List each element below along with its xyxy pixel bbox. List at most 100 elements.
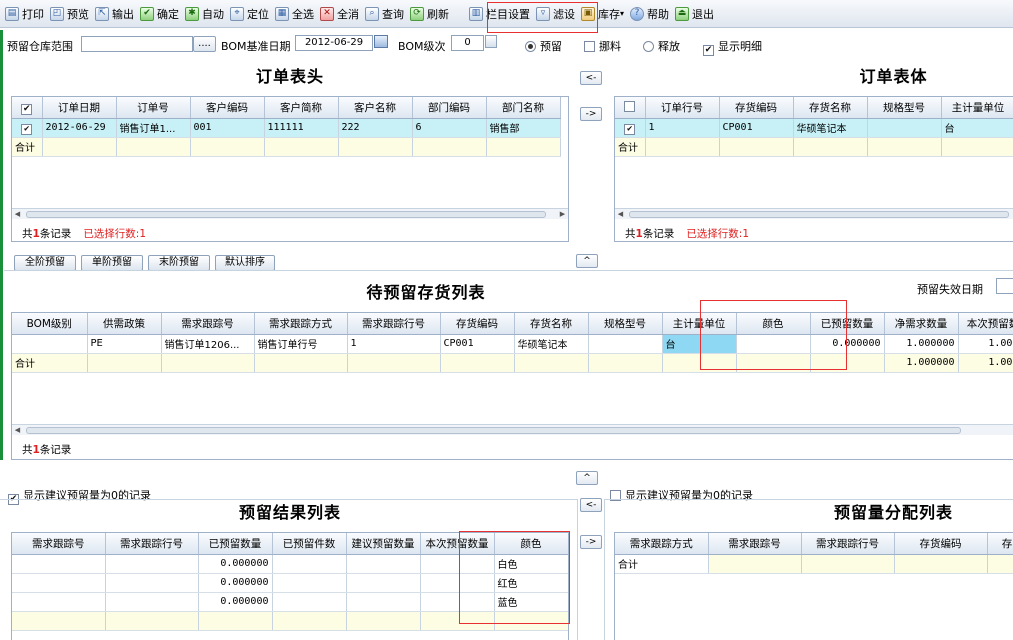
toolbar-button-clear-all[interactable]: ✕ 全消 <box>317 3 362 25</box>
order-body-hscroll[interactable]: ◀ <box>615 208 1013 219</box>
column-header[interactable]: 已预留数量 <box>198 533 273 555</box>
table-cell[interactable] <box>12 554 106 574</box>
toolbar-button-help[interactable]: ? 帮助 <box>627 3 672 25</box>
bom-level-input[interactable]: 0 <box>451 35 484 51</box>
column-header[interactable]: 需求跟踪行号 <box>105 533 199 555</box>
toolbar-button-exit[interactable]: ⏏ 退出 <box>672 3 717 25</box>
scroll-right-icon[interactable]: ▶ <box>557 209 568 219</box>
column-header[interactable]: 存货名称 <box>514 313 589 335</box>
table-cell[interactable]: 2012-06-29 <box>42 118 117 138</box>
table-cell[interactable] <box>12 592 106 612</box>
table-cell[interactable]: 6 <box>412 118 487 138</box>
column-header[interactable]: 需求跟踪号 <box>161 313 255 335</box>
bom-level-spinner-icon[interactable] <box>485 35 497 48</box>
select-all-checkbox[interactable] <box>615 97 646 119</box>
row-checkbox[interactable]: ✔ <box>12 118 43 138</box>
table-cell[interactable]: 台 <box>941 118 1013 138</box>
collapse-up-button-2[interactable]: ^ <box>576 471 598 485</box>
column-header[interactable]: 存货名称 <box>793 97 868 119</box>
column-header[interactable]: 净需求数量 <box>884 313 959 335</box>
toolbar-button-query[interactable]: ⌕ 查询 <box>362 3 407 25</box>
toolbar-button-printer[interactable]: ▤ 打印 <box>2 3 47 25</box>
all-level-reserve-button[interactable]: 全阶预留 <box>14 255 76 271</box>
table-cell[interactable] <box>867 118 942 138</box>
move-left-button[interactable]: <- <box>580 71 602 85</box>
table-cell[interactable] <box>346 554 421 574</box>
table-cell[interactable]: 1.000000 <box>884 334 959 354</box>
column-header[interactable]: 本次预留数 <box>958 313 1013 335</box>
column-header[interactable]: 存货编码 <box>894 533 988 555</box>
toolbar-button-select-all[interactable]: ▦ 全选 <box>272 3 317 25</box>
column-header[interactable]: 需求跟踪号 <box>708 533 802 555</box>
toolbar-button-confirm[interactable]: ✔ 确定 <box>137 3 182 25</box>
table-cell[interactable]: CP001 <box>719 118 794 138</box>
table-cell[interactable]: 0.000000 <box>198 592 273 612</box>
reserve-radio[interactable]: 预留 <box>525 38 562 54</box>
show-detail-checkbox[interactable]: ✔ 显示明细 <box>703 38 762 56</box>
table-cell[interactable] <box>272 592 347 612</box>
move-left-button-2[interactable]: <- <box>580 498 602 512</box>
table-cell[interactable]: 222 <box>338 118 413 138</box>
column-header[interactable]: 已预留件数 <box>272 533 347 555</box>
column-header[interactable]: 需求跟踪行号 <box>347 313 441 335</box>
table-cell[interactable] <box>105 573 199 593</box>
toolbar-button-preview[interactable]: ◰ 预览 <box>47 3 92 25</box>
table-cell[interactable]: 销售订单1206... <box>161 334 255 354</box>
table-cell[interactable] <box>272 573 347 593</box>
column-header[interactable]: 客户编码 <box>190 97 265 119</box>
column-header[interactable]: 订单号 <box>116 97 191 119</box>
column-header[interactable]: 需求跟踪方式 <box>254 313 348 335</box>
warehouse-browse-button[interactable]: .... <box>193 36 216 52</box>
table-row[interactable]: ✔ 1 CP001 华硕笔记本 台 <box>615 118 1013 138</box>
column-header[interactable]: 订单日期 <box>42 97 117 119</box>
column-header[interactable]: 供需政策 <box>87 313 162 335</box>
pending-list-hscroll[interactable]: ◀ <box>12 424 1013 435</box>
release-radio[interactable]: 释放 <box>643 38 680 54</box>
warehouse-range-input[interactable] <box>81 36 193 52</box>
table-cell[interactable]: 0.000000 <box>198 554 273 574</box>
row-checkbox[interactable]: ✔ <box>615 118 646 138</box>
table-cell[interactable] <box>346 592 421 612</box>
column-header[interactable]: 客户简称 <box>264 97 339 119</box>
toolbar-button-export[interactable]: ⇱ 输出 <box>92 3 137 25</box>
select-all-checkbox[interactable]: ✔ <box>12 97 43 119</box>
scroll-left-icon[interactable]: ◀ <box>615 209 626 219</box>
table-cell[interactable]: 1.0000 <box>958 334 1013 354</box>
last-level-reserve-button[interactable]: 末阶预留 <box>148 255 210 271</box>
collapse-up-button[interactable]: ^ <box>576 254 598 268</box>
table-cell[interactable]: 销售部 <box>486 118 561 138</box>
table-cell[interactable]: PE <box>87 334 162 354</box>
column-header[interactable]: 客户名称 <box>338 97 413 119</box>
table-cell[interactable] <box>105 554 199 574</box>
scroll-left-icon[interactable]: ◀ <box>12 425 23 435</box>
default-sort-button[interactable]: 默认排序 <box>215 255 275 271</box>
column-header[interactable]: 规格型号 <box>588 313 663 335</box>
single-level-reserve-button[interactable]: 单阶预留 <box>81 255 143 271</box>
table-cell[interactable]: 华硕笔记本 <box>514 334 589 354</box>
move-checkbox[interactable]: 挪料 <box>584 38 621 54</box>
table-cell[interactable] <box>272 554 347 574</box>
move-right-button-2[interactable]: -> <box>580 535 602 549</box>
table-cell[interactable]: 001 <box>190 118 265 138</box>
column-header[interactable]: 需求跟踪行号 <box>801 533 895 555</box>
column-header[interactable]: 需求跟踪方式 <box>615 533 709 555</box>
column-header[interactable]: 建议预留数量 <box>346 533 421 555</box>
table-cell[interactable]: 销售订单1... <box>116 118 191 138</box>
column-header[interactable]: 存货编码 <box>719 97 794 119</box>
expiry-date-input[interactable] <box>996 278 1013 294</box>
table-cell[interactable] <box>346 573 421 593</box>
table-cell[interactable]: 1 <box>347 334 441 354</box>
table-row[interactable]: ✔ 2012-06-29 销售订单1... 001 111111 222 6 销售部 <box>12 118 561 138</box>
toolbar-button-refresh[interactable]: ⟳ 刷新 <box>407 3 452 25</box>
calendar-icon[interactable] <box>374 35 388 48</box>
move-right-button[interactable]: -> <box>580 107 602 121</box>
toolbar-button-locate[interactable]: ⌖ 定位 <box>227 3 272 25</box>
bom-date-input[interactable]: 2012-06-29 <box>295 35 373 51</box>
order-header-hscroll[interactable]: ◀ ▶ <box>12 208 568 219</box>
column-header[interactable]: 主计量单位 <box>941 97 1013 119</box>
table-cell[interactable] <box>12 573 106 593</box>
column-header[interactable]: 部门名称 <box>486 97 561 119</box>
column-header[interactable]: 部门编码 <box>412 97 487 119</box>
table-cell[interactable]: 销售订单行号 <box>254 334 348 354</box>
table-cell[interactable]: 华硕笔记本 <box>793 118 868 138</box>
